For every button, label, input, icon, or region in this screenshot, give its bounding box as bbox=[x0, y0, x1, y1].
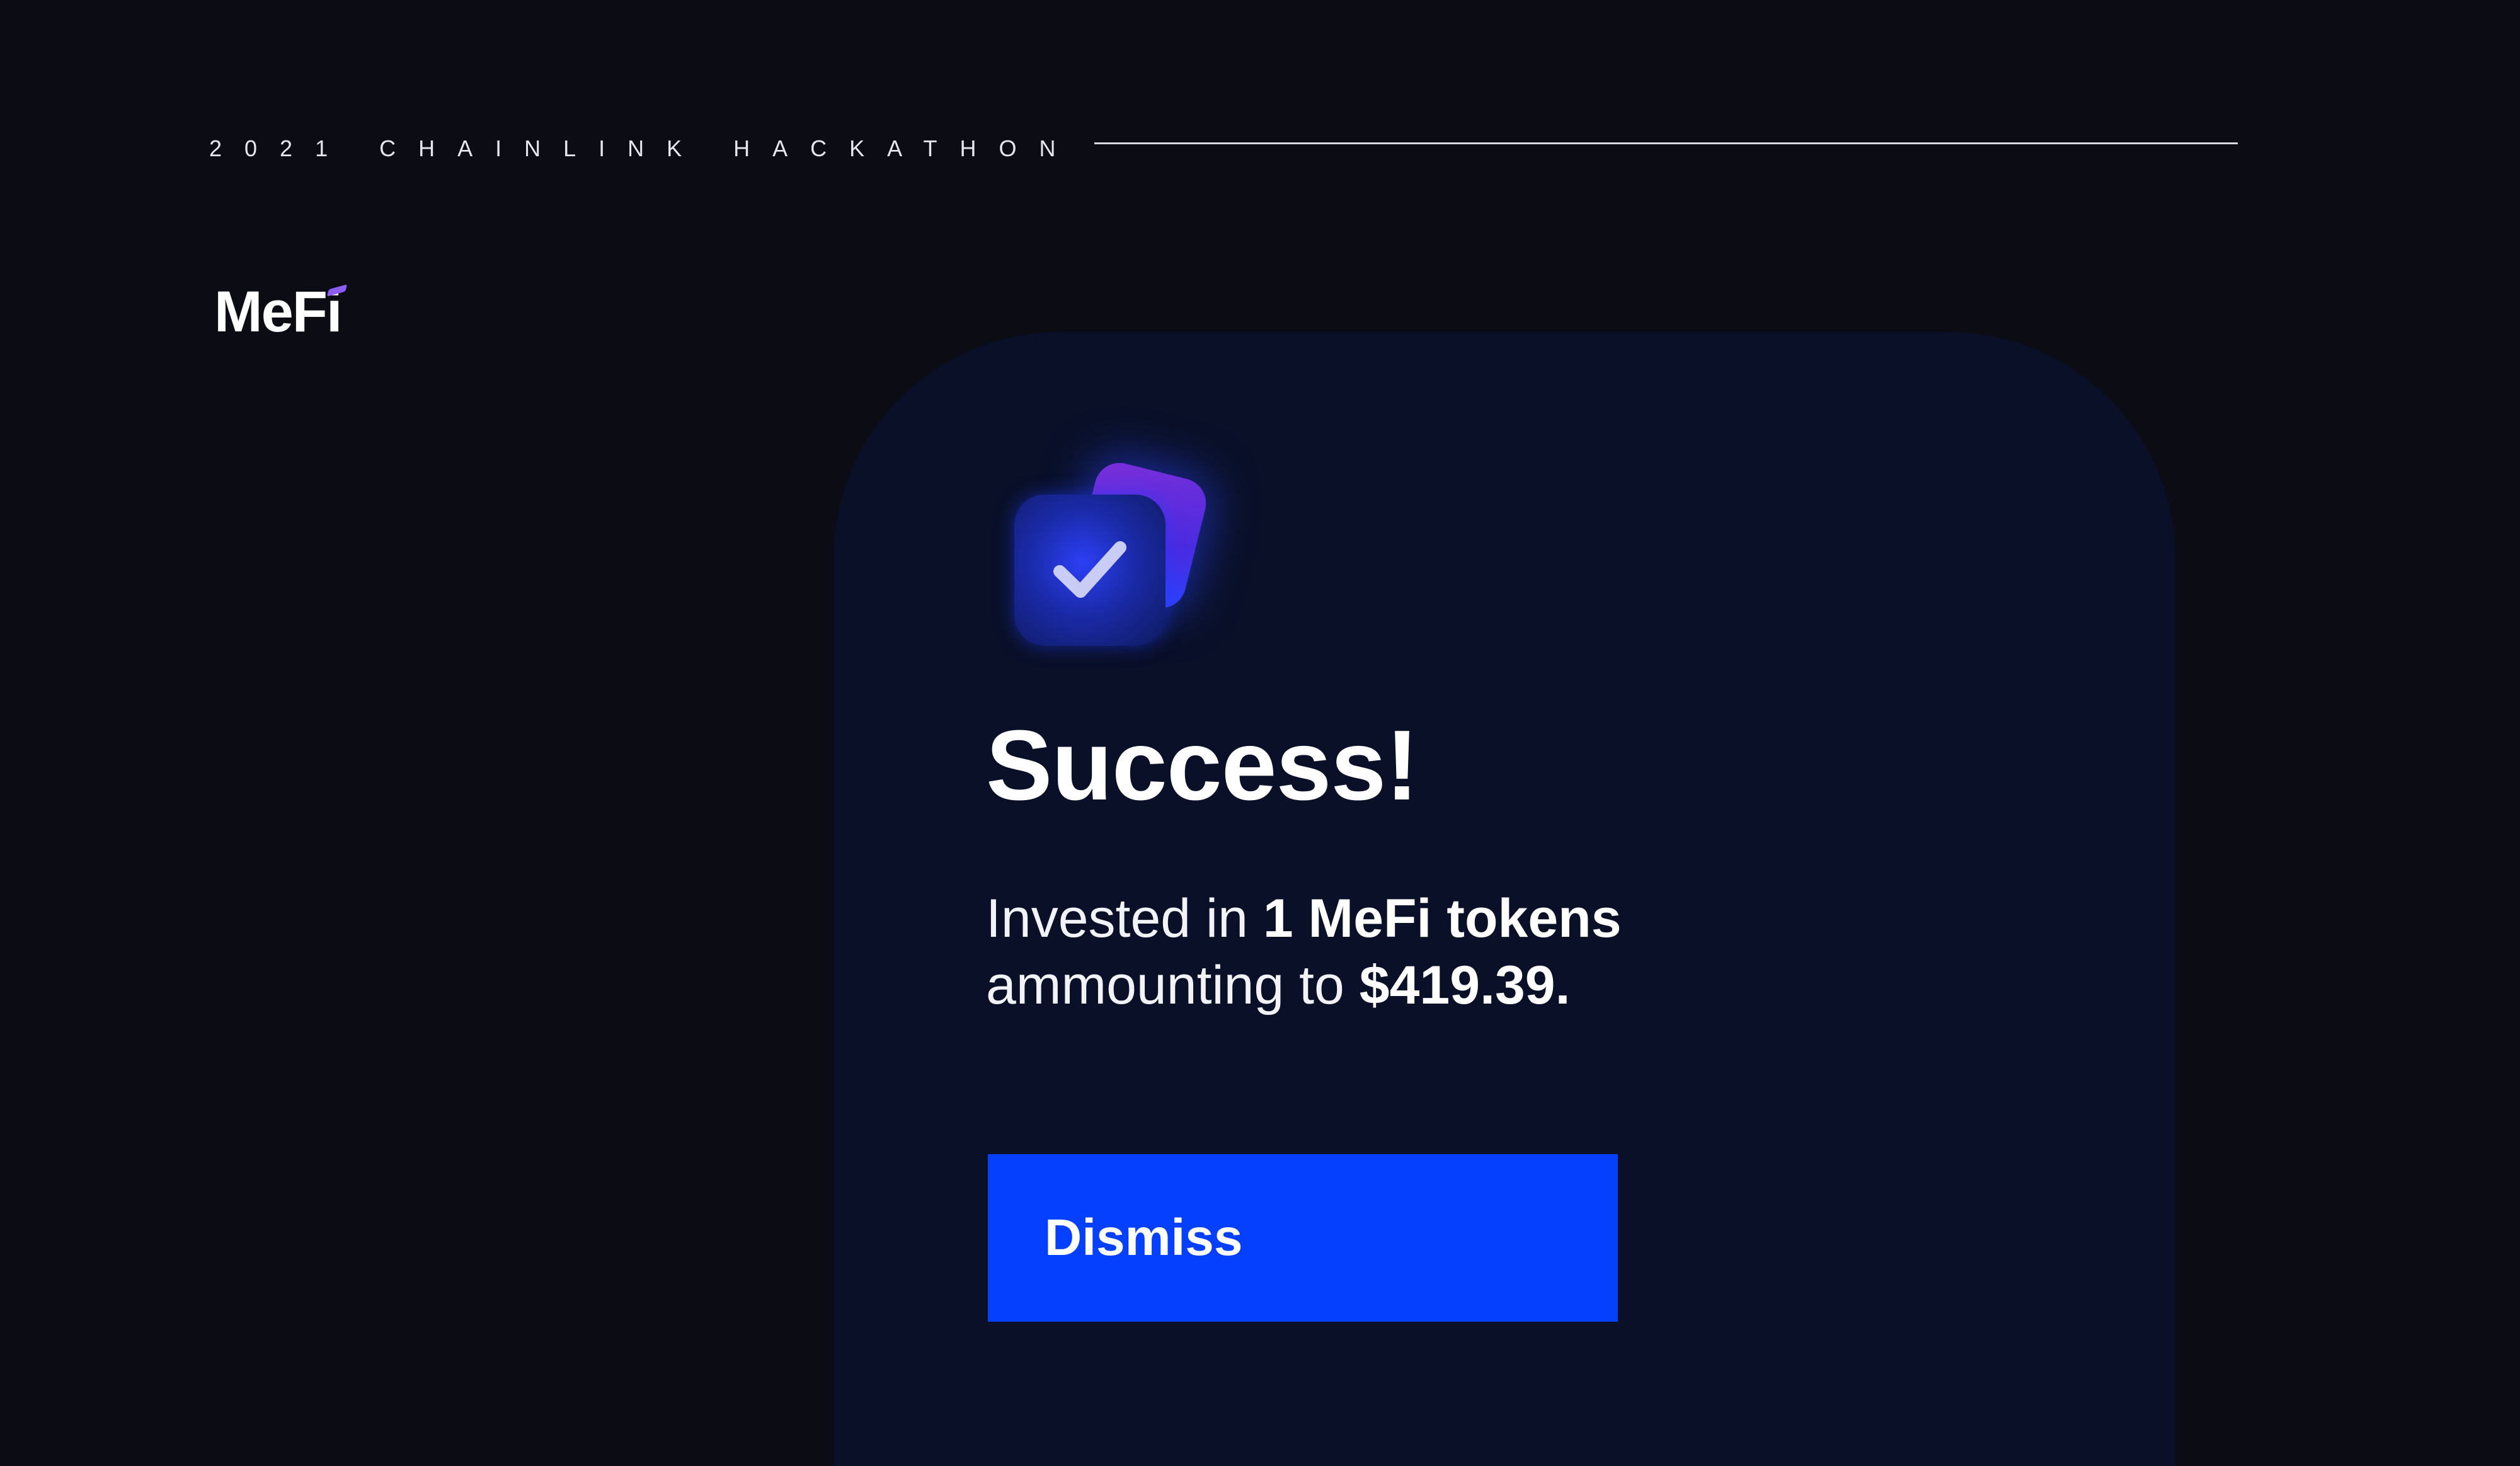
invested-value: $419.39. bbox=[1359, 955, 1571, 1016]
dismiss-button-label: Dismiss bbox=[1045, 1209, 1243, 1266]
message-middle: ammounting to bbox=[986, 955, 1360, 1016]
header-event-label: 2021 CHAINLINK HACKATHON bbox=[209, 135, 1079, 161]
message-line-1: Invested in 1 MeFi tokens bbox=[986, 885, 1622, 952]
dismiss-button[interactable]: Dismiss bbox=[988, 1154, 1618, 1322]
success-icon-front-tile bbox=[1014, 495, 1166, 646]
message-line-2: ammounting to $419.39. bbox=[986, 952, 1622, 1019]
header-divider bbox=[1094, 142, 2238, 144]
success-title: Success! bbox=[986, 710, 1419, 821]
success-icon bbox=[1008, 457, 1222, 671]
token-amount: 1 MeFi tokens bbox=[1263, 888, 1622, 949]
mefi-logo: MeFi bbox=[214, 280, 343, 344]
success-message: Invested in 1 MeFi tokens ammounting to … bbox=[986, 885, 1622, 1019]
check-icon bbox=[1053, 541, 1126, 598]
message-prefix: Invested in bbox=[986, 888, 1263, 949]
